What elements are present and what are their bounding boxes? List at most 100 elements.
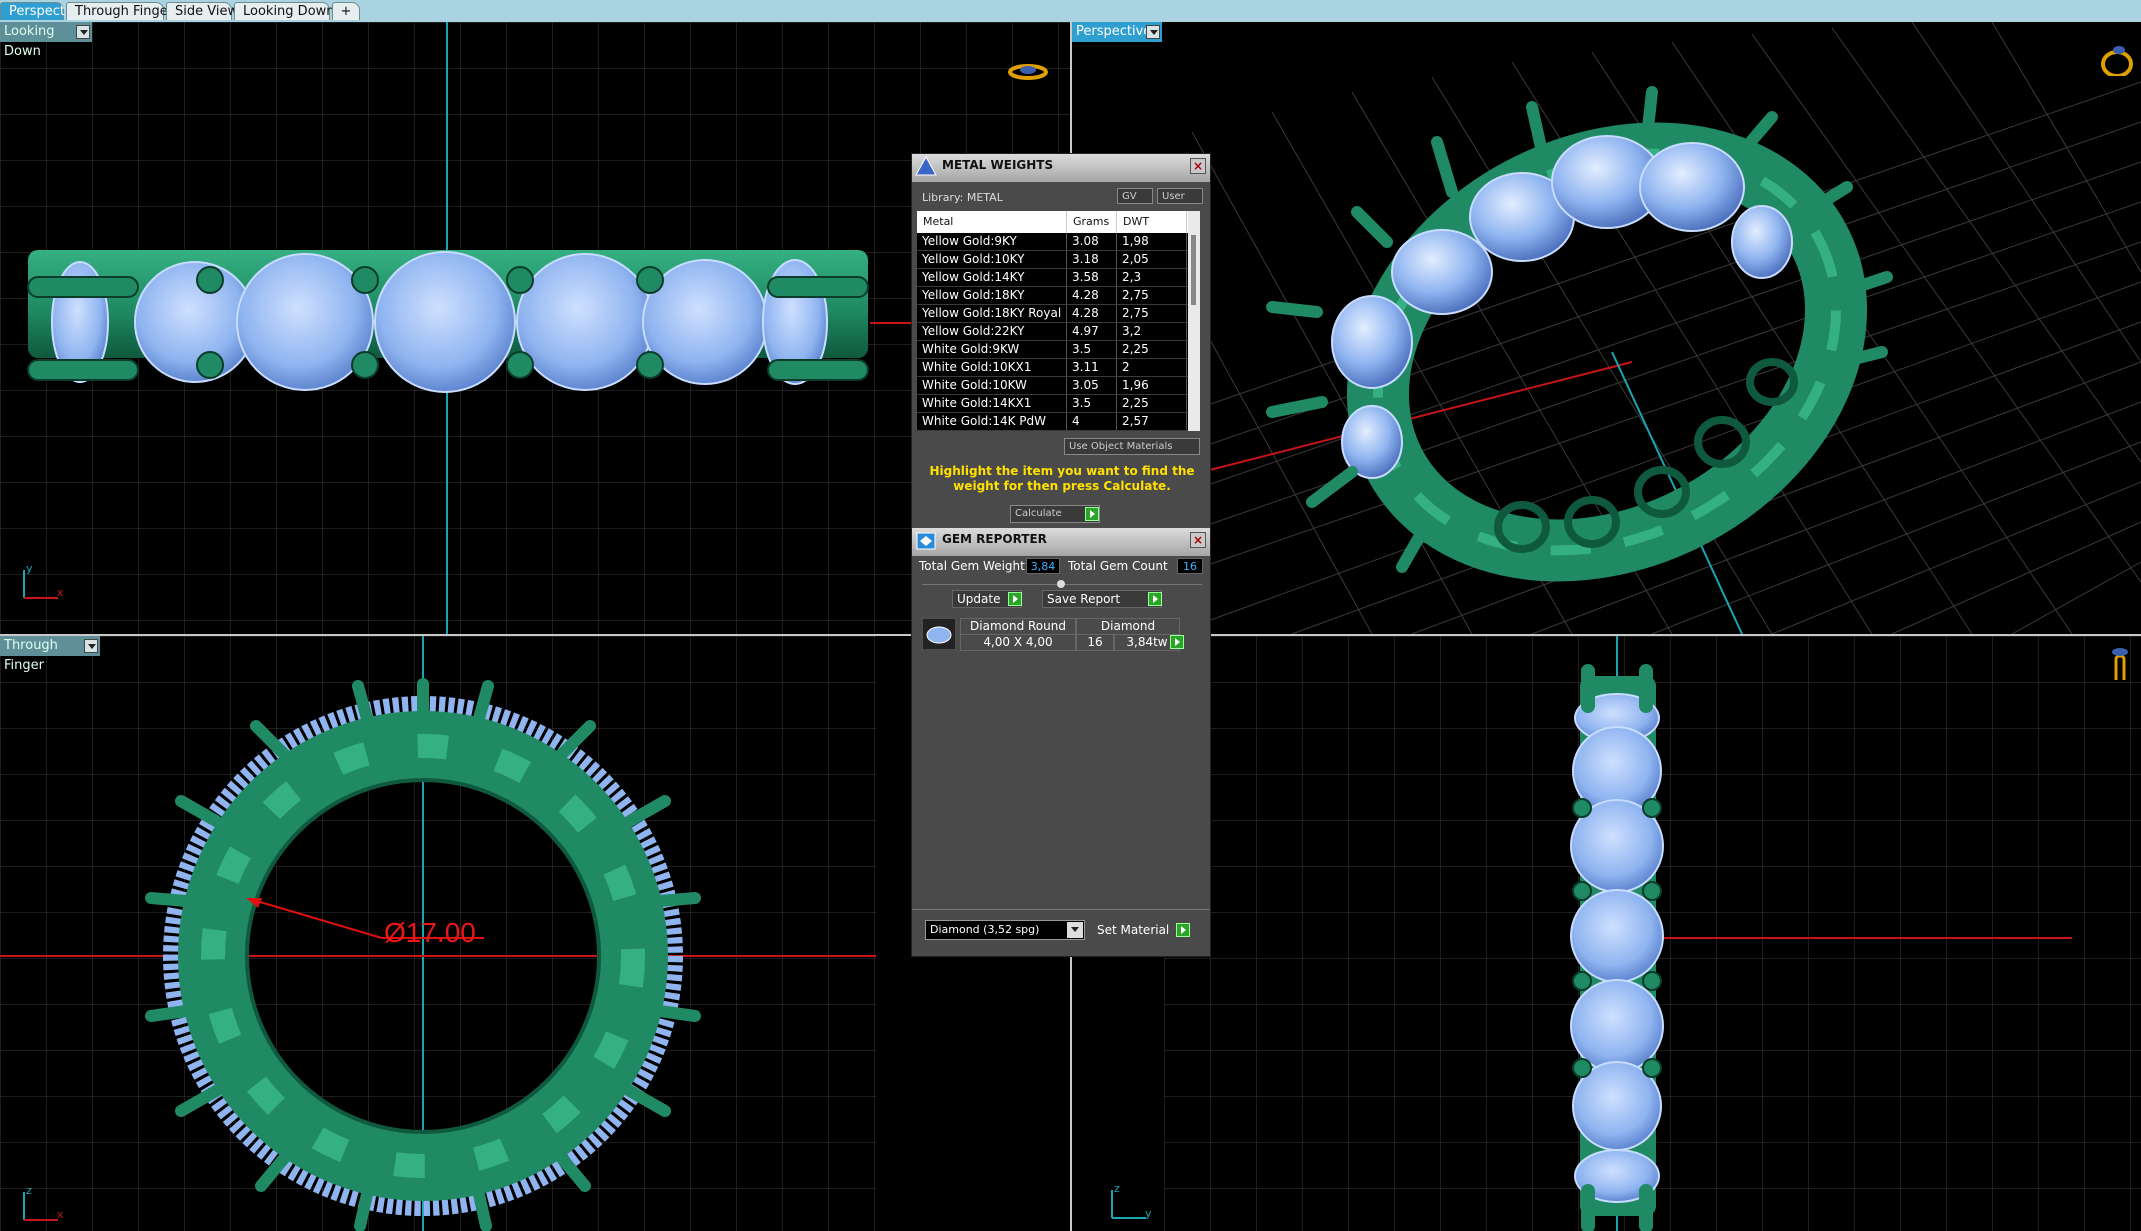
close-icon[interactable]: × xyxy=(1190,532,1206,548)
viewport-label-through-finger[interactable]: Through Finger xyxy=(0,636,100,673)
viewport-grid xyxy=(0,636,876,1231)
gem-reporter-titlebar[interactable]: GEM REPORTER × xyxy=(912,528,1210,556)
use-object-materials-label: Use Object Materials xyxy=(1069,441,1173,452)
scrollbar-thumb[interactable] xyxy=(1191,235,1196,305)
grams-cell: 4.97 xyxy=(1067,323,1117,340)
viewport-looking-down[interactable]: Looking Down y x xyxy=(0,22,1070,634)
viewport-perspective[interactable]: Perspective xyxy=(1072,22,2141,634)
table-row[interactable]: White Gold:10KX1 3.11 2 xyxy=(917,359,1200,377)
metal-cell: Yellow Gold:18KY Royal xyxy=(917,305,1067,322)
grams-cell: 4.28 xyxy=(1067,287,1117,304)
dwt-cell: 2,25 xyxy=(1117,341,1187,358)
total-gem-count-value: 16 xyxy=(1177,558,1203,574)
tab-perspective[interactable]: Perspective xyxy=(0,2,84,20)
viewport-side-view[interactable]: z y xyxy=(1072,636,2141,1231)
tab-side-view[interactable]: Side View xyxy=(166,2,238,20)
viewport-through-finger[interactable]: Ø17.00 Through Finger z x xyxy=(0,636,1070,1231)
metal-weights-titlebar[interactable]: METAL WEIGHTS × xyxy=(912,154,1210,182)
calculate-go-icon[interactable] xyxy=(1085,507,1099,521)
save-report-go-icon[interactable] xyxy=(1148,592,1162,606)
metal-cell: Yellow Gold:10KY xyxy=(917,251,1067,268)
grams-cell: 3.18 xyxy=(1067,251,1117,268)
user-toggle-button[interactable]: User xyxy=(1157,188,1203,204)
axis-label-z: z xyxy=(26,1184,32,1197)
chevron-down-icon[interactable] xyxy=(76,25,90,39)
axis-label-x: x xyxy=(57,1208,64,1221)
update-label: Update xyxy=(957,592,1001,606)
grams-cell: 3.5 xyxy=(1067,341,1117,358)
metal-cell: White Gold:14K PdW xyxy=(917,413,1067,430)
dwt-cell: 2,25 xyxy=(1117,395,1187,412)
axis-label-y: y xyxy=(1145,1207,1152,1220)
gem-material: Diamond xyxy=(1076,618,1180,635)
tab-looking-down[interactable]: Looking Down xyxy=(234,2,335,20)
dwt-cell: 2 xyxy=(1117,359,1187,376)
total-gem-weight-label: Total Gem Weight xyxy=(919,559,1025,573)
close-icon[interactable]: × xyxy=(1190,158,1206,174)
chevron-down-icon[interactable] xyxy=(1146,25,1160,39)
grams-cell: 3.58 xyxy=(1067,269,1117,286)
metal-weights-table: Metal Grams DWT Yellow Gold:9KY 3.08 1,98 Y… xyxy=(917,211,1200,431)
table-header: Metal Grams DWT xyxy=(917,211,1200,233)
table-row[interactable]: Yellow Gold:18KY Royal 4.28 2,75 xyxy=(917,305,1200,323)
viewport-grid xyxy=(0,22,1070,634)
total-gem-weight-value: 3,84 xyxy=(1026,558,1060,574)
grams-cell: 3.11 xyxy=(1067,359,1117,376)
set-material-label[interactable]: Set Material xyxy=(1097,923,1169,937)
splitter-handle[interactable] xyxy=(1057,580,1065,588)
metal-weights-scrollbar[interactable] xyxy=(1188,211,1200,431)
total-gem-count-label: Total Gem Count xyxy=(1068,559,1168,573)
chevron-down-icon[interactable] xyxy=(84,639,98,653)
tab-through-finger[interactable]: Through Finger xyxy=(66,2,173,20)
ring-view-icon[interactable] xyxy=(2097,40,2137,76)
dwt-cell: 2,3 xyxy=(1117,269,1187,286)
table-row[interactable]: White Gold:9KW 3.5 2,25 xyxy=(917,341,1200,359)
column-header-grams[interactable]: Grams xyxy=(1067,211,1117,233)
metal-weights-title: METAL WEIGHTS xyxy=(942,158,1054,172)
floating-tool-panel: METAL WEIGHTS × Library: METAL GV User M… xyxy=(911,153,1211,957)
gem-shape: Diamond Round xyxy=(960,618,1076,635)
grams-cell: 3.08 xyxy=(1067,233,1117,250)
table-row[interactable]: Yellow Gold:18KY 4.28 2,75 xyxy=(917,287,1200,305)
table-row[interactable]: Yellow Gold:9KY 3.08 1,98 xyxy=(917,233,1200,251)
grams-cell: 4 xyxy=(1067,413,1117,430)
table-row[interactable]: White Gold:14K PdW 4 2,57 xyxy=(917,413,1200,431)
material-select[interactable]: Diamond (3,52 spg) xyxy=(925,920,1085,940)
gem-count: 16 xyxy=(1076,634,1114,651)
axis-label-z: z xyxy=(1114,1182,1120,1195)
column-header-metal[interactable]: Metal xyxy=(917,211,1067,233)
table-row[interactable]: Yellow Gold:14KY 3.58 2,3 xyxy=(917,269,1200,287)
calculate-hint-text: Highlight the item you want to find the … xyxy=(929,464,1195,493)
viewport-label-looking-down[interactable]: Looking Down xyxy=(0,22,92,59)
dwt-cell: 2,57 xyxy=(1117,413,1187,430)
table-row[interactable]: White Gold:10KW 3.05 1,96 xyxy=(917,377,1200,395)
gem-row-go-icon[interactable] xyxy=(1170,635,1184,649)
metal-cell: Yellow Gold:22KY xyxy=(917,323,1067,340)
calculate-label: Calculate xyxy=(1015,508,1062,519)
metal-cell: White Gold:14KX1 xyxy=(917,395,1067,412)
update-go-icon[interactable] xyxy=(1008,592,1022,606)
table-row[interactable]: Yellow Gold:10KY 3.18 2,05 xyxy=(917,251,1200,269)
save-report-label: Save Report xyxy=(1047,592,1121,606)
set-material-go-icon[interactable] xyxy=(1176,923,1190,937)
metal-weights-rows: Yellow Gold:9KY 3.08 1,98 Yellow Gold:10KY 3… xyxy=(917,233,1200,431)
grams-cell: 3.5 xyxy=(1067,395,1117,412)
dwt-cell: 2,75 xyxy=(1117,287,1187,304)
save-report-button[interactable]: Save Report xyxy=(1042,590,1162,608)
ring-view-icon[interactable] xyxy=(1008,52,1048,88)
add-tab-button[interactable]: + xyxy=(332,2,360,20)
chevron-down-icon[interactable] xyxy=(1067,922,1083,938)
dwt-cell: 3,2 xyxy=(1117,323,1187,340)
ring-view-icon[interactable] xyxy=(2100,644,2140,680)
gem-reporter-title: GEM REPORTER xyxy=(942,532,1047,546)
table-row[interactable]: White Gold:14KX1 3.5 2,25 xyxy=(917,395,1200,413)
viewport-label-perspective[interactable]: Perspective xyxy=(1072,22,1162,42)
use-object-materials-toggle[interactable]: Use Object Materials xyxy=(1064,438,1200,455)
table-row[interactable]: Yellow Gold:22KY 4.97 3,2 xyxy=(917,323,1200,341)
user-toggle-label: User xyxy=(1162,191,1185,202)
gem-list-row[interactable]: Diamond Round 4,00 X 4,00 Diamond 16 3,8… xyxy=(920,616,1184,652)
gv-toggle-label: GV xyxy=(1122,191,1137,202)
diameter-dimension-label[interactable]: Ø17.00 xyxy=(384,917,476,949)
column-header-dwt[interactable]: DWT xyxy=(1117,211,1187,233)
gv-toggle-button[interactable]: GV xyxy=(1117,188,1153,204)
